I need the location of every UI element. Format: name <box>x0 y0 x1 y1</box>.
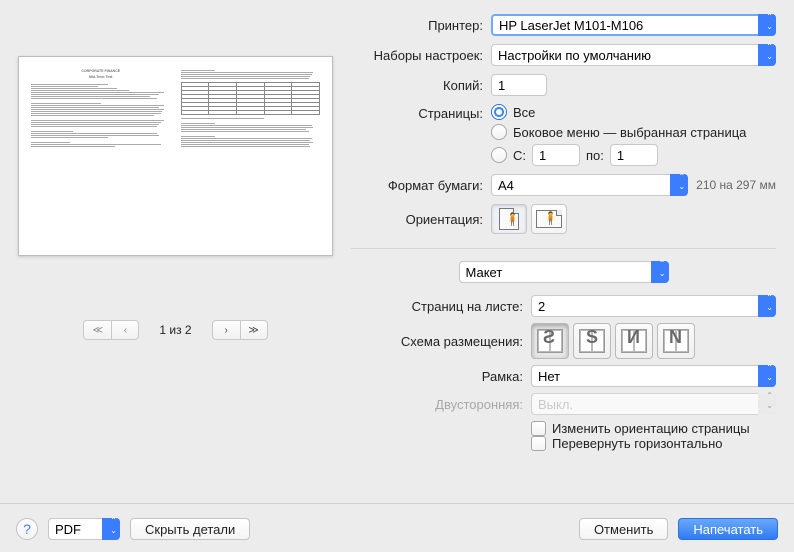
print-dialog: CORPORATE FINANCE Mid-Term Test <box>0 0 794 552</box>
pages-row: Страницы: Все Боковое меню — выбранная с… <box>351 104 776 166</box>
dialog-footer: ? PDF Скрыть детали Отменить Напечатать <box>0 506 794 552</box>
pages-from-input[interactable] <box>532 144 580 166</box>
layout-grid-icon: Ƨ <box>537 329 563 353</box>
paper-size-row: Формат бумаги: A4 210 на 297 мм <box>351 174 776 196</box>
layout-grid-icon: S <box>579 329 605 353</box>
page-counter-label: 1 из 2 <box>159 323 191 337</box>
preview-nav: ≪ ‹ 1 из 2 › ≫ <box>83 320 267 340</box>
copies-input[interactable] <box>491 74 547 96</box>
flip-horizontal-checkbox[interactable] <box>531 436 546 451</box>
pdf-menu[interactable]: PDF <box>48 518 120 540</box>
pages-per-sheet-row: Страниц на листе: 2 <box>351 295 776 317</box>
copies-row: Копий: <box>351 74 776 96</box>
layout-dir-1-button[interactable]: Ƨ <box>531 323 569 359</box>
presets-row: Наборы настроек: Настройки по умолчанию <box>351 44 776 66</box>
preview-page-right <box>179 67 323 245</box>
copies-label: Копий: <box>351 78 483 93</box>
orientation-label: Ориентация: <box>351 212 483 227</box>
pages-radio-group: Все Боковое меню — выбранная страница С:… <box>491 104 746 166</box>
nav-forward-group: › ≫ <box>212 320 268 340</box>
nav-first-button[interactable]: ≪ <box>83 320 111 340</box>
reverse-orientation-label: Изменить ориентацию страницы <box>552 421 750 436</box>
nav-prev-button[interactable]: ‹ <box>111 320 139 340</box>
help-button[interactable]: ? <box>16 518 38 540</box>
printer-select[interactable]: HP LaserJet M101-M106 <box>491 14 776 36</box>
dialog-content: CORPORATE FINANCE Mid-Term Test <box>0 0 794 459</box>
layout-direction-label: Схема размещения: <box>351 334 523 349</box>
page-portrait-icon: 🧍 <box>499 208 519 230</box>
preview-pane: CORPORATE FINANCE Mid-Term Test <box>18 14 333 451</box>
section-separator <box>351 248 776 249</box>
print-button[interactable]: Напечатать <box>678 518 778 540</box>
orientation-group: 🧍 🧍 <box>491 204 567 234</box>
options-pane: Принтер: HP LaserJet M101-M106 Наборы на… <box>351 14 776 451</box>
preview-page-left: CORPORATE FINANCE Mid-Term Test <box>29 67 173 245</box>
nav-next-button[interactable]: › <box>212 320 240 340</box>
two-sided-label: Двусторонняя: <box>351 397 523 412</box>
flip-horizontal-row: Перевернуть горизонтально <box>351 436 776 451</box>
layout-dir-3-button[interactable]: И <box>615 323 653 359</box>
pages-from-label: С: <box>513 148 526 163</box>
page-landscape-icon: 🧍 <box>536 210 562 228</box>
reverse-orientation-checkbox[interactable] <box>531 421 546 436</box>
pages-per-sheet-select[interactable]: 2 <box>531 295 776 317</box>
layout-direction-group: Ƨ S И <box>531 323 695 359</box>
layout-dir-4-button[interactable]: N <box>657 323 695 359</box>
layout-dir-2-button[interactable]: S <box>573 323 611 359</box>
help-icon: ? <box>23 521 31 537</box>
border-select[interactable]: Нет <box>531 365 776 387</box>
nav-last-button[interactable]: ≫ <box>240 320 268 340</box>
footer-left: ? PDF Скрыть детали <box>16 518 250 540</box>
hide-details-button[interactable]: Скрыть детали <box>130 518 250 540</box>
pages-sidemenu-radio[interactable] <box>491 124 507 140</box>
paper-size-note: 210 на 297 мм <box>696 178 776 192</box>
reverse-orientation-row: Изменить ориентацию страницы <box>351 421 776 436</box>
border-row: Рамка: Нет <box>351 365 776 387</box>
two-sided-row: Двусторонняя: Выкл. <box>351 393 776 415</box>
layout-grid-icon: N <box>663 329 689 353</box>
paper-size-select[interactable]: A4 <box>491 174 688 196</box>
layout-grid-icon: И <box>621 329 647 353</box>
pages-all-row: Все <box>491 104 746 120</box>
pages-range-row: С: по: <box>491 144 746 166</box>
section-select-row: Макет <box>351 261 776 283</box>
pages-to-label: по: <box>586 148 604 163</box>
border-label: Рамка: <box>351 369 523 384</box>
pages-all-radio[interactable] <box>491 104 507 120</box>
pages-range-radio[interactable] <box>491 147 507 163</box>
pages-per-sheet-label: Страниц на листе: <box>351 299 523 314</box>
pages-sidemenu-label: Боковое меню — выбранная страница <box>513 125 746 140</box>
preview-thumbnail: CORPORATE FINANCE Mid-Term Test <box>18 56 333 256</box>
printer-row: Принтер: HP LaserJet M101-M106 <box>351 14 776 36</box>
presets-label: Наборы настроек: <box>351 48 483 63</box>
pages-all-label: Все <box>513 105 535 120</box>
printer-label: Принтер: <box>351 18 483 33</box>
pages-sidemenu-row: Боковое меню — выбранная страница <box>491 124 746 140</box>
orientation-landscape-button[interactable]: 🧍 <box>531 204 567 234</box>
orientation-portrait-button[interactable]: 🧍 <box>491 204 527 234</box>
nav-back-group: ≪ ‹ <box>83 320 139 340</box>
layout-direction-row: Схема размещения: Ƨ S <box>351 323 776 359</box>
presets-select[interactable]: Настройки по умолчанию <box>491 44 776 66</box>
flip-horizontal-label: Перевернуть горизонтально <box>552 436 722 451</box>
two-sided-select: Выкл. <box>531 393 776 415</box>
section-select[interactable]: Макет <box>459 261 669 283</box>
orientation-row: Ориентация: 🧍 🧍 <box>351 204 776 234</box>
footer-separator <box>0 503 794 504</box>
paper-size-label: Формат бумаги: <box>351 178 483 193</box>
layout-section: Страниц на листе: 2 Схема размещения: <box>351 295 776 451</box>
cancel-button[interactable]: Отменить <box>579 518 668 540</box>
pages-label: Страницы: <box>351 104 483 121</box>
footer-right: Отменить Напечатать <box>579 518 778 540</box>
pages-to-input[interactable] <box>610 144 658 166</box>
